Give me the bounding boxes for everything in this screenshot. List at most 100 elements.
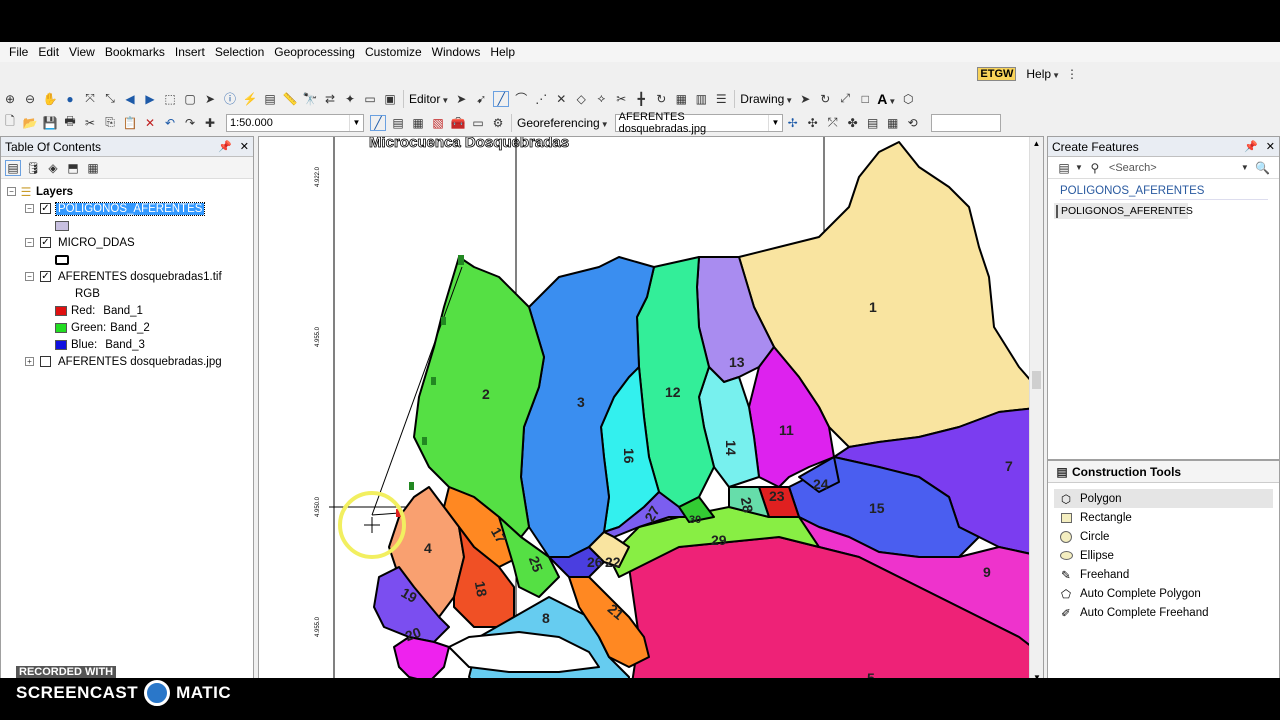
select-graphic-icon[interactable]: ➤ xyxy=(797,91,813,107)
measure-icon[interactable]: 📏 xyxy=(282,91,298,107)
list-by-visibility-icon[interactable]: ◈ xyxy=(45,160,61,176)
copy-icon[interactable]: ⎘ xyxy=(102,115,118,131)
rotate-graphic-icon[interactable]: ↻ xyxy=(817,91,833,107)
find-route-icon[interactable]: ⇄ xyxy=(322,91,338,107)
edit-tool-icon[interactable]: ➤ xyxy=(453,91,469,107)
viewer-window-icon[interactable]: ▣ xyxy=(382,91,398,107)
expand-icon[interactable]: + xyxy=(25,357,34,366)
collapse-icon[interactable]: − xyxy=(7,187,16,196)
drawing-dropdown[interactable]: Drawing▼ xyxy=(740,92,793,106)
zoom-in-icon[interactable]: ⊕ xyxy=(2,91,18,107)
map-vertical-scrollbar[interactable]: ▲ ▼ xyxy=(1029,137,1043,685)
georef-extra-input[interactable] xyxy=(930,113,1001,132)
toc-options-icon[interactable]: ▦ xyxy=(85,160,101,176)
goto-xy-icon[interactable]: ✦ xyxy=(342,91,358,107)
view-link-table-icon[interactable]: ▤ xyxy=(865,115,881,131)
map-view[interactable]: Microcuenca Dosquebradas 4.922.0 4.955.0… xyxy=(258,136,1044,702)
add-data-icon[interactable]: ✚ xyxy=(202,115,218,131)
control-point[interactable] xyxy=(458,255,464,265)
clear-selection-icon[interactable]: ▢ xyxy=(182,91,198,107)
layer-visibility-checkbox[interactable]: ✓ xyxy=(40,203,51,214)
fixed-zoom-out-icon[interactable]: ⤡ xyxy=(102,91,118,107)
toolbar-grip-icon[interactable]: ⋮ xyxy=(1064,66,1080,82)
chevron-down-icon[interactable]: ▼ xyxy=(349,114,363,131)
close-icon[interactable]: ✕ xyxy=(240,140,249,153)
layer-symbol-swatch[interactable] xyxy=(55,254,69,265)
layer-name[interactable]: AFERENTES dosquebradas1.tif xyxy=(58,271,222,283)
layer-visibility-checkbox[interactable]: ✓ xyxy=(40,271,51,282)
chevron-down-icon[interactable]: ▼ xyxy=(768,114,781,131)
python-icon[interactable]: ▭ xyxy=(470,115,486,131)
search-window-icon[interactable]: ▧ xyxy=(430,115,446,131)
menu-geoprocessing[interactable]: Geoprocessing xyxy=(269,42,360,62)
rotate-georef-icon[interactable]: ✢ xyxy=(785,115,801,131)
edit-vertices-icon[interactable]: ◇ xyxy=(573,91,589,107)
menu-customize[interactable]: Customize xyxy=(360,42,427,62)
menu-edit[interactable]: Edit xyxy=(33,42,64,62)
etgw-button[interactable]: ETGW xyxy=(977,67,1017,81)
select-features-icon[interactable]: ⬚ xyxy=(162,91,178,107)
split-icon[interactable]: ╋ xyxy=(633,91,649,107)
layer-name[interactable]: POLIGONOS_AFERENTES xyxy=(54,201,206,216)
control-point[interactable] xyxy=(422,437,427,445)
layer-row-aferentes-tif[interactable]: − ✓ AFERENTES dosquebradas1.tif xyxy=(25,268,222,285)
straight-segment-icon[interactable]: ╱ xyxy=(493,90,510,107)
edit-annotation-icon[interactable]: ➹ xyxy=(473,91,489,107)
zoom-out-icon[interactable]: ⊖ xyxy=(22,91,38,107)
cut-icon[interactable]: ✂ xyxy=(82,115,98,131)
pin-icon[interactable]: 📌 xyxy=(218,140,232,153)
back-extent-icon[interactable]: ◀ xyxy=(122,91,138,107)
georeferencing-dropdown[interactable]: Georeferencing▼ xyxy=(517,116,609,130)
chevron-down-icon[interactable]: ▼ xyxy=(1241,163,1249,172)
layer-row-aferentes-jpg[interactable]: + AFERENTES dosquebradas.jpg xyxy=(25,353,222,370)
reshape-icon[interactable]: ⟡ xyxy=(593,91,609,107)
layer-visibility-checkbox[interactable]: ✓ xyxy=(40,237,51,248)
scroll-thumb[interactable] xyxy=(1032,371,1041,389)
tool-ellipse[interactable]: Ellipse xyxy=(1048,546,1279,565)
template-item[interactable]: POLIGONOS_AFERENTES xyxy=(1054,203,1193,219)
shift-georef-icon[interactable]: ✣ xyxy=(805,115,821,131)
auto-adjust-icon[interactable]: ▦ xyxy=(885,115,901,131)
menu-bookmarks[interactable]: Bookmarks xyxy=(100,42,170,62)
editor-toolbar-icon[interactable]: ╱ xyxy=(370,114,386,131)
list-by-selection-icon[interactable]: ⬒ xyxy=(65,160,81,176)
catalog-icon[interactable]: ▦ xyxy=(410,115,426,131)
scale-georef-icon[interactable]: ⤱ xyxy=(825,115,841,131)
find-icon[interactable]: 🔭 xyxy=(302,91,318,107)
edit-vertices-graphic-icon[interactable]: ⬡ xyxy=(900,91,916,107)
layer-visibility-checkbox[interactable] xyxy=(40,356,51,367)
new-document-icon[interactable]: 🗋 xyxy=(2,114,18,131)
layer-symbol-swatch[interactable] xyxy=(55,220,69,231)
tool-rectangle[interactable]: Rectangle xyxy=(1048,508,1279,527)
band-color-swatch[interactable] xyxy=(55,305,67,316)
select-elements-icon[interactable]: ➤ xyxy=(202,91,218,107)
menu-file[interactable]: File xyxy=(4,42,33,62)
list-by-source-icon[interactable]: 🛢 xyxy=(25,160,41,176)
list-by-drawing-order-icon[interactable]: ▤ xyxy=(5,159,21,176)
tool-polygon[interactable]: ⬡ Polygon xyxy=(1054,489,1273,508)
pan-icon[interactable]: ✋ xyxy=(42,91,58,107)
attributes-icon[interactable]: ▦ xyxy=(673,91,689,107)
forward-extent-icon[interactable]: ▶ xyxy=(142,91,158,107)
trace-icon[interactable]: ⋰ xyxy=(533,91,549,107)
model-builder-icon[interactable]: ⚙ xyxy=(490,115,506,131)
map-scale-combo[interactable]: 1:50.000 ▼ xyxy=(226,113,364,132)
html-popup-icon[interactable]: ▤ xyxy=(262,91,278,107)
tool-auto-complete-freehand[interactable]: ✐ Auto Complete Freehand xyxy=(1048,603,1279,622)
add-control-points-icon[interactable]: ✤ xyxy=(845,115,861,131)
new-text-button[interactable]: A▼ xyxy=(877,91,896,107)
layer-name[interactable]: MICRO_DDAS xyxy=(58,237,135,249)
open-icon[interactable]: 📂 xyxy=(22,115,38,131)
band-color-swatch[interactable] xyxy=(55,339,67,350)
band-color-swatch[interactable] xyxy=(55,322,67,333)
save-icon[interactable]: 💾 xyxy=(42,115,58,131)
paste-icon[interactable]: 📋 xyxy=(122,115,138,131)
control-point[interactable] xyxy=(441,317,446,325)
delete-icon[interactable]: ✕ xyxy=(142,115,158,131)
scroll-up-icon[interactable]: ▲ xyxy=(1030,137,1043,151)
close-icon[interactable]: ✕ xyxy=(1266,140,1275,153)
tree-root[interactable]: − ☰ Layers xyxy=(7,183,73,200)
collapse-icon[interactable]: − xyxy=(25,204,34,213)
polygon-20[interactable] xyxy=(393,636,450,683)
menu-help[interactable]: Help xyxy=(485,42,520,62)
